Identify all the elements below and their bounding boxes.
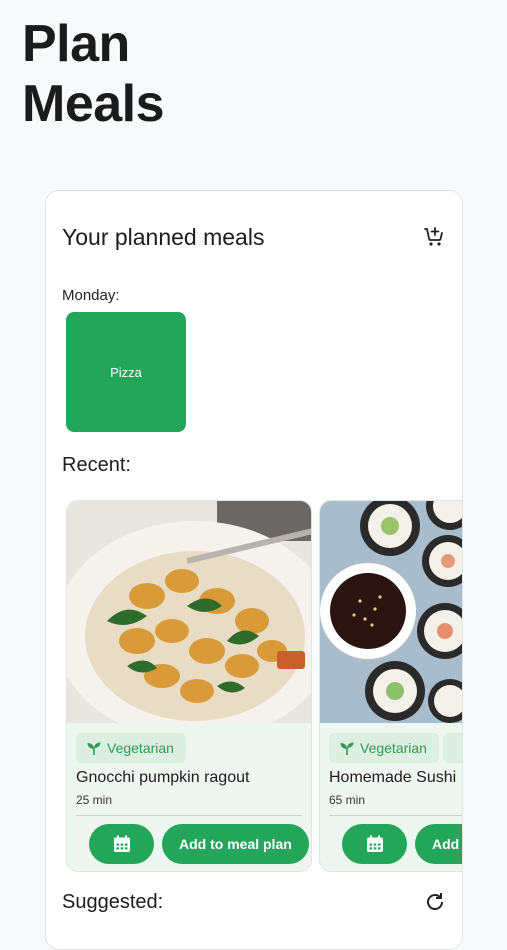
- refresh-icon[interactable]: [424, 891, 446, 913]
- schedule-button[interactable]: [342, 824, 407, 864]
- recipe-card[interactable]: Vegetarian Gnocchi pumpkin ragout 25 min…: [66, 500, 312, 872]
- secondary-tag: [443, 733, 462, 763]
- day-label-monday: Monday:: [62, 287, 120, 304]
- calendar-icon: [366, 835, 383, 852]
- page-title-line1: Plan: [22, 15, 130, 73]
- divider: [329, 815, 462, 816]
- recent-label: Recent:: [62, 454, 131, 476]
- add-to-meal-plan-button[interactable]: Add to meal plan: [162, 824, 309, 864]
- recipe-name: Homemade Sushi: [329, 769, 457, 786]
- calendar-icon: [113, 835, 130, 852]
- recipe-card[interactable]: Vegetarian Homemade Sushi 65 min Add t: [319, 500, 462, 872]
- vegetarian-tag: Vegetarian: [76, 733, 186, 763]
- recipe-time: 65 min: [329, 793, 366, 807]
- sprout-icon: [87, 742, 101, 755]
- recipe-image-sushi: [320, 501, 462, 723]
- vegetarian-tag: Vegetarian: [329, 733, 439, 763]
- recipe-name: Gnocchi pumpkin ragout: [76, 769, 250, 786]
- add-to-cart-button[interactable]: [420, 223, 448, 251]
- schedule-button[interactable]: [89, 824, 154, 864]
- recipe-image-gnocchi: [67, 501, 311, 723]
- card-header: Your planned meals: [62, 223, 448, 251]
- recipe-time: 25 min: [76, 793, 113, 807]
- page-title: Plan Meals: [22, 14, 165, 134]
- page-title-line2: Meals: [22, 75, 165, 133]
- suggested-label: Suggested:: [62, 891, 164, 913]
- card-title: Your planned meals: [62, 223, 265, 250]
- planned-meal-tile[interactable]: Pizza: [66, 312, 186, 432]
- sprout-icon: [340, 742, 354, 755]
- tag-label: Vegetarian: [360, 740, 427, 756]
- planned-meals-card: Your planned meals Monday: Pizza Recent:: [45, 190, 463, 950]
- divider: [76, 815, 302, 816]
- tag-label: Vegetarian: [107, 740, 174, 756]
- add-to-meal-plan-button[interactable]: Add t: [415, 824, 462, 864]
- add-shopping-cart-icon: [424, 227, 443, 246]
